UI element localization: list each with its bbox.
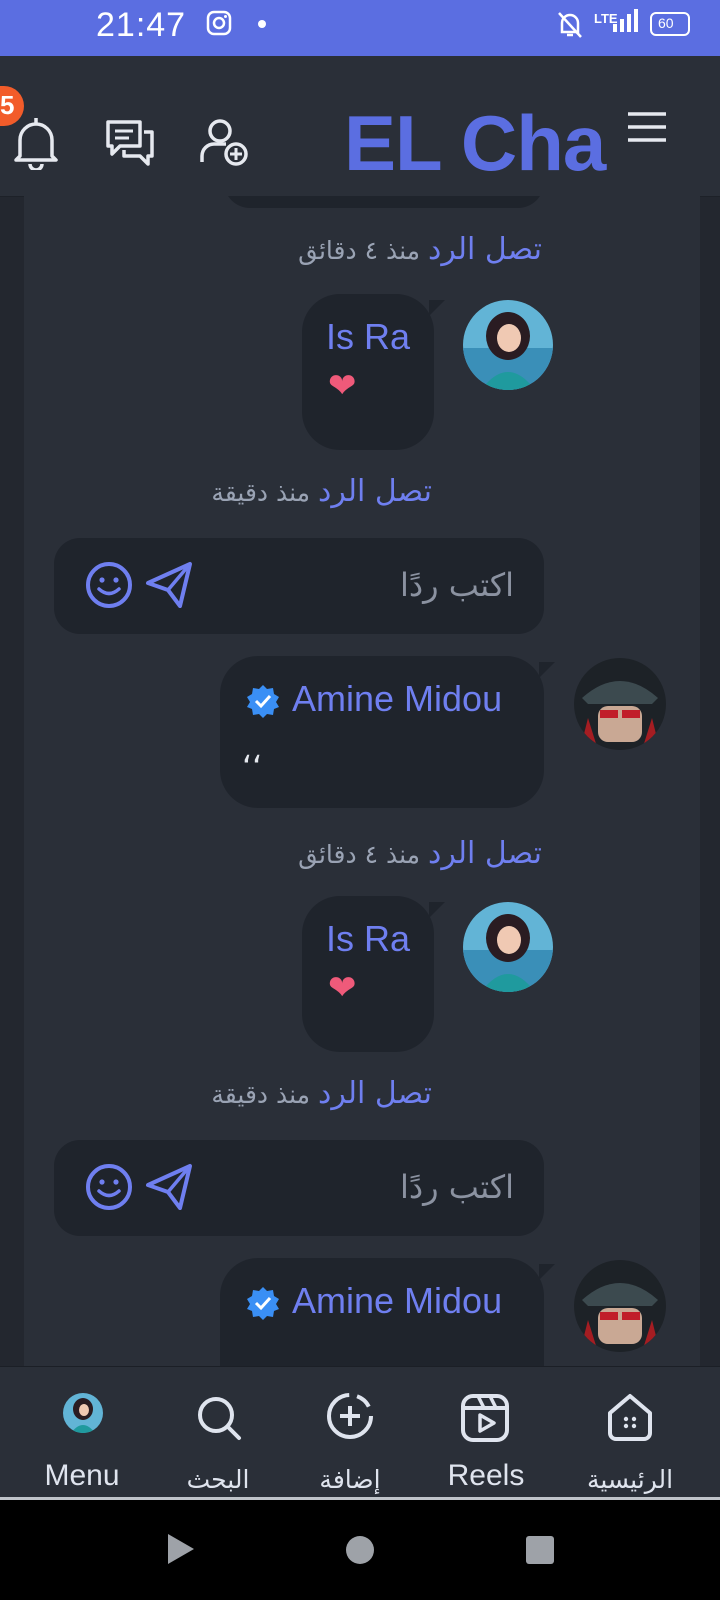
nav-item-add[interactable]: إضافة [280,1367,420,1501]
reply-link[interactable]: تصل الرد [318,474,432,509]
status-time: 21:47 [96,6,187,44]
comment-time: منذ دقيقة [211,1080,311,1109]
avatar-israa[interactable] [463,300,553,390]
comment-bubble: Is Ra ❤ [302,294,434,450]
comment-author[interactable]: Is Ra [326,918,410,960]
comment-author[interactable]: Amine Midou [292,678,502,720]
comment-meta: تصل الرد منذ ٤ دقائق [298,232,542,267]
send-icon[interactable] [144,1162,194,1212]
comment-time: منذ ٤ دقائق [298,236,421,265]
reply-link[interactable]: تصل الرد [428,232,542,267]
bubble-tail [429,902,445,918]
comment-text: ‘‘ [242,748,263,786]
home-circle-icon[interactable] [346,1536,374,1564]
reels-icon [461,1394,509,1442]
hamburger-menu-icon[interactable] [626,110,668,144]
nav-item-menu[interactable]: Menu [12,1367,152,1501]
avatar-israa[interactable] [463,902,553,992]
nav-label-add: إضافة [319,1465,381,1494]
status-bar: 21:47 LTE 60 [0,0,720,56]
bubble-tail [539,1264,555,1280]
nav-item-reels[interactable]: Reels [416,1367,556,1501]
brand-logo[interactable]: EL Cha [344,98,606,189]
reply-link[interactable]: تصل الرد [318,1076,432,1111]
comment-time: منذ دقيقة [211,478,311,507]
reply-input[interactable]: اكتب ردًا [54,1140,544,1236]
emoji-icon[interactable] [84,560,134,610]
nav-label-reels: Reels [447,1459,525,1492]
heart-emoji: ❤ [328,366,357,406]
nav-item-home[interactable]: الرئيسية [560,1367,700,1501]
avatar-amine[interactable] [574,1260,666,1352]
nav-label-home: الرئيسية [586,1465,674,1494]
recents-square-icon[interactable] [526,1536,554,1564]
signal-icon [613,9,638,32]
nav-label-menu: Menu [44,1459,120,1492]
verified-badge-icon [247,1287,279,1320]
bubble-tail [539,662,555,678]
search-icon [198,1397,241,1440]
avatar-amine[interactable] [574,658,666,750]
notification-dot [258,20,266,28]
reply-placeholder: اكتب ردًا [400,1168,514,1206]
reply-input[interactable]: اكتب ردًا [54,538,544,634]
bell-icon[interactable] [12,116,60,170]
home-icon [608,1394,652,1441]
nav-label-search: البحث [186,1465,250,1494]
comment-time: منذ ٤ دقائق [298,840,421,869]
battery-icon: 60 [650,12,690,36]
add-circle-icon [327,1393,373,1439]
comments-feed: تصل الرد منذ ٤ دقائق Is Ra ❤ تصل الرد من… [24,196,700,1366]
back-triangle-icon[interactable] [166,1532,196,1566]
comment-meta: تصل الرد منذ دقيقة [211,1076,432,1111]
comment-bubble: Is Ra ❤ [302,896,434,1052]
emoji-icon[interactable] [84,1162,134,1212]
avatar [63,1393,103,1433]
reply-link[interactable]: تصل الرد [428,836,542,871]
comment-bubble: Amine Midou ‘‘ [220,656,544,808]
comment-bubble-partial [224,196,544,208]
messages-icon[interactable] [104,118,156,166]
bottom-navigation: Menu البحث إضافة Reels الرئيسية [0,1366,720,1501]
instagram-icon [206,10,232,36]
comment-author[interactable]: Is Ra [326,316,410,358]
add-friend-icon[interactable] [198,116,250,168]
reply-placeholder: اكتب ردًا [400,566,514,604]
heart-emoji: ❤ [328,968,357,1008]
system-navigation-bar [0,1500,720,1600]
bubble-tail [429,300,445,316]
comment-author[interactable]: Amine Midou [292,1280,502,1322]
verified-badge-icon [247,685,279,718]
mute-bell-icon [558,12,582,38]
comment-meta: تصل الرد منذ ٤ دقائق [298,836,542,871]
nav-item-search[interactable]: البحث [148,1367,288,1501]
battery-level: 60 [658,15,674,31]
send-icon[interactable] [144,560,194,610]
comment-bubble: Amine Midou [220,1258,544,1366]
comment-meta: تصل الرد منذ دقيقة [211,474,432,509]
